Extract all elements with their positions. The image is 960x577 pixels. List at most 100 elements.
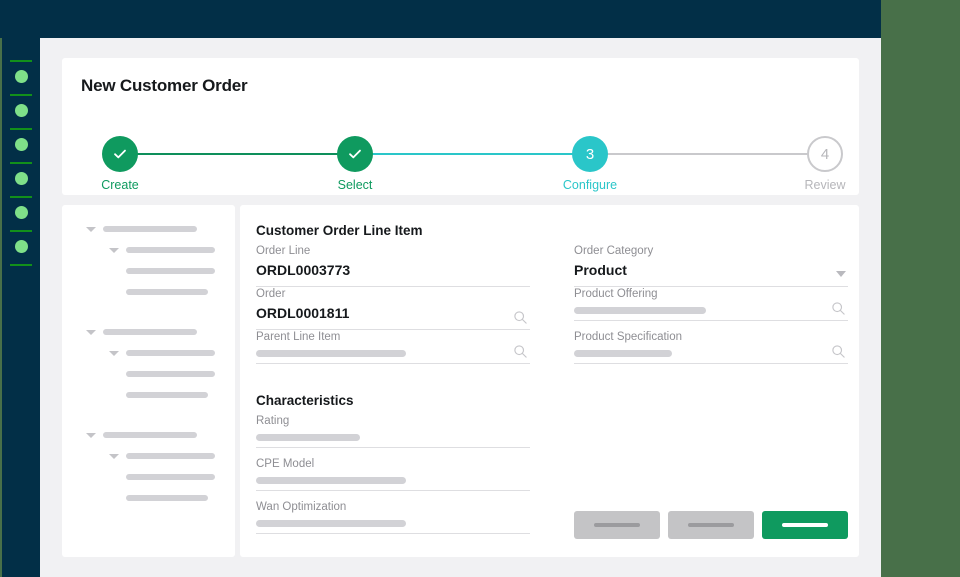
header-card: New Customer Order Create Select 3 Confi… [62, 58, 859, 195]
section-title-characteristics: Characteristics [256, 393, 354, 408]
left-nav-rail [2, 0, 40, 577]
rail-dot-icon [15, 138, 28, 151]
tree-row-placeholder [126, 268, 215, 274]
rail-divider-bottom [2, 264, 40, 298]
tree-row-child[interactable] [62, 282, 235, 303]
tree-row-parent[interactable] [62, 322, 235, 343]
stepper-step-select[interactable]: Select [337, 136, 373, 192]
stepper-connector-2 [355, 153, 590, 155]
field-value-placeholder [256, 520, 406, 527]
rail-divider-icon [10, 94, 32, 96]
rail-dot-icon [15, 206, 28, 219]
tree-group [62, 425, 235, 509]
rail-divider-icon [10, 196, 32, 198]
rail-dot-icon [15, 104, 28, 117]
section-title-order-line-item: Customer Order Line Item [256, 223, 423, 238]
tree-row-child[interactable] [62, 261, 235, 282]
tree-row-child[interactable] [62, 385, 235, 406]
field-underline [574, 285, 848, 287]
primary-button[interactable] [762, 511, 848, 539]
rail-item-4[interactable] [2, 162, 40, 196]
tree-row-child[interactable] [62, 364, 235, 385]
top-navigation-bar [0, 0, 881, 38]
field-label: Product Specification [574, 331, 683, 343]
progress-stepper: Create Select 3 Configure 4 Review [62, 114, 859, 192]
chevron-down-icon[interactable] [86, 330, 96, 335]
rail-item-3[interactable] [2, 128, 40, 162]
button-label-placeholder [594, 523, 640, 527]
check-icon [114, 149, 126, 159]
rail-item-2[interactable] [2, 94, 40, 128]
field-rating[interactable]: Rating [256, 415, 530, 448]
chevron-down-icon[interactable] [86, 433, 96, 438]
chevron-down-icon[interactable] [109, 351, 119, 356]
stepper-connector-1 [120, 153, 355, 155]
step-number: 4 [820, 145, 830, 163]
tree-group [62, 322, 235, 406]
tree-row-child[interactable] [62, 446, 235, 467]
field-underline [256, 489, 530, 491]
secondary-button-1[interactable] [574, 511, 660, 539]
field-wan-optimization[interactable]: Wan Optimization [256, 501, 530, 534]
search-icon[interactable] [513, 310, 528, 325]
button-label-placeholder [782, 523, 828, 527]
step-circle-done [337, 136, 373, 172]
field-label: CPE Model [256, 458, 315, 470]
field-label: Product Offering [574, 288, 658, 300]
rail-item-5[interactable] [2, 196, 40, 230]
rail-item-6[interactable] [2, 230, 40, 264]
tree-row-child[interactable] [62, 467, 235, 488]
field-order-category[interactable]: Order Category Product [574, 245, 848, 287]
field-product-offering[interactable]: Product Offering [574, 288, 848, 321]
tree-row-parent[interactable] [62, 425, 235, 446]
rail-divider-icon [10, 162, 32, 164]
order-tree-panel [62, 205, 235, 557]
tree-row-placeholder [103, 329, 197, 335]
tree-row-placeholder [103, 432, 197, 438]
button-label-placeholder [688, 523, 734, 527]
field-order-line[interactable]: Order Line ORDL0003773 [256, 245, 530, 287]
field-label: Rating [256, 415, 290, 427]
step-circle-done [102, 136, 138, 172]
step-number: 3 [585, 145, 595, 163]
order-line-value: ORDL0003773 [256, 262, 351, 278]
search-icon[interactable] [831, 344, 846, 359]
stepper-step-configure[interactable]: 3 Configure [563, 136, 617, 192]
tree-row-parent[interactable] [62, 219, 235, 240]
field-parent-line-item[interactable]: Parent Line Item [256, 331, 530, 364]
tree-row-child[interactable] [62, 488, 235, 509]
field-label: Wan Optimization [256, 501, 347, 513]
chevron-down-icon[interactable] [109, 248, 119, 253]
field-underline [256, 328, 530, 330]
tree-row-placeholder [126, 247, 215, 253]
order-value: ORDL0001811 [256, 305, 350, 321]
chevron-down-icon[interactable] [109, 454, 119, 459]
tree-row-child[interactable] [62, 240, 235, 261]
field-product-specification[interactable]: Product Specification [574, 331, 848, 364]
stepper-step-create[interactable]: Create [101, 136, 139, 192]
rail-divider-icon [10, 60, 32, 62]
tree-row-placeholder [126, 350, 215, 356]
rail-item-1[interactable] [2, 60, 40, 94]
field-underline [256, 532, 530, 534]
step-circle-todo: 4 [807, 136, 843, 172]
field-order[interactable]: Order ORDL0001811 [256, 288, 530, 330]
field-underline [256, 362, 530, 364]
stepper-connector-3 [590, 153, 825, 155]
search-icon[interactable] [513, 344, 528, 359]
field-value-placeholder [256, 434, 360, 441]
rail-dot-icon [15, 240, 28, 253]
field-label: Parent Line Item [256, 331, 341, 343]
search-icon[interactable] [831, 301, 846, 316]
stepper-step-review[interactable]: 4 Review [805, 136, 846, 192]
rail-divider-icon [10, 230, 32, 232]
tree-row-child[interactable] [62, 343, 235, 364]
tree-row-placeholder [126, 289, 208, 295]
field-value-placeholder [256, 350, 406, 357]
field-cpe-model[interactable]: CPE Model [256, 458, 530, 491]
field-underline [574, 362, 848, 364]
secondary-button-2[interactable] [668, 511, 754, 539]
chevron-down-icon[interactable] [836, 271, 846, 277]
app-screen: New Customer Order Create Select 3 Confi… [0, 0, 960, 577]
chevron-down-icon[interactable] [86, 227, 96, 232]
